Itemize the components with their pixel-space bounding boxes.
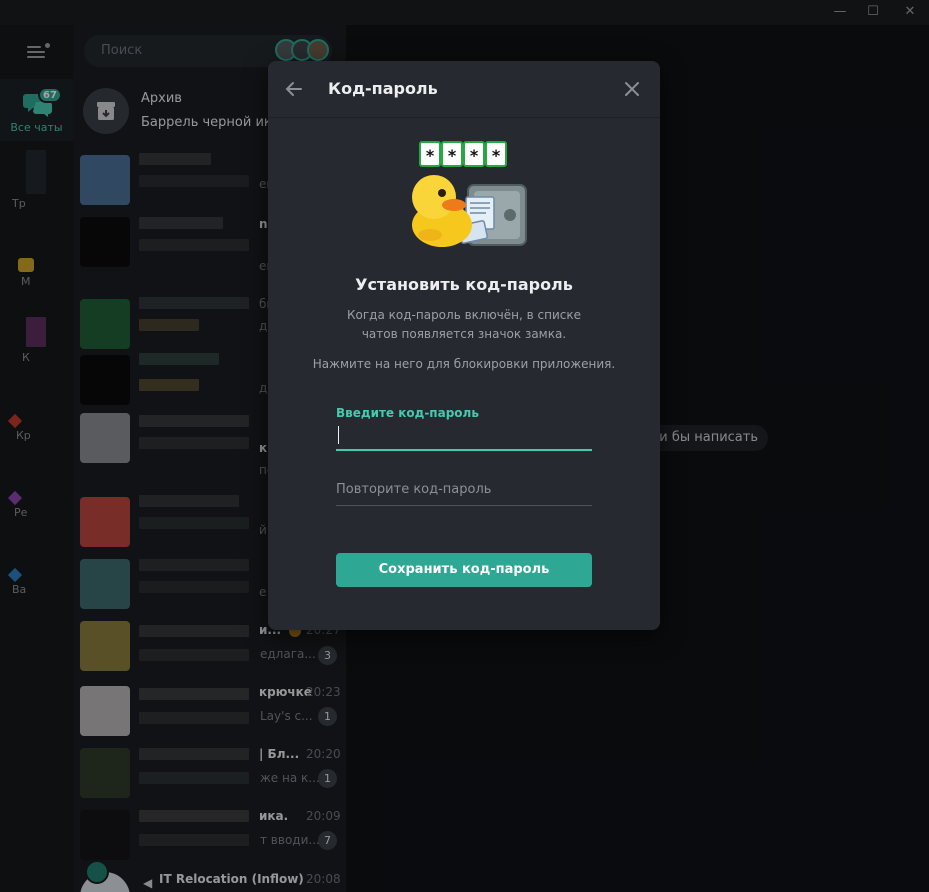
- close-icon[interactable]: [623, 80, 641, 98]
- sticker-digit: *: [492, 146, 501, 165]
- text-cursor: [338, 426, 339, 444]
- dialog-title: Код-пароль: [328, 79, 438, 98]
- dialog-description: Когда код-пароль включён, в списке чатов…: [347, 308, 581, 341]
- repeat-passcode-input[interactable]: Повторите код-пароль: [336, 475, 592, 506]
- duck-safe-sticker: * * * *: [412, 141, 527, 247]
- repeat-passcode-placeholder: Повторите код-пароль: [336, 482, 492, 497]
- sticker-digit: *: [426, 146, 435, 165]
- sticker-digit: *: [470, 146, 479, 165]
- passcode-input[interactable]: [336, 421, 592, 451]
- sticker-digit: *: [448, 146, 457, 165]
- back-arrow-icon[interactable]: [284, 79, 304, 99]
- passcode-dialog: Код-пароль * * * * Установить код-пароль…: [268, 61, 660, 630]
- passcode-field-label: Введите код-пароль: [336, 406, 479, 420]
- dialog-heading: Установить код-пароль: [355, 275, 573, 294]
- dialog-header: Код-пароль: [268, 61, 660, 118]
- dialog-description-2: Нажмите на него для блокировки приложени…: [312, 357, 616, 371]
- save-passcode-button[interactable]: Сохранить код-пароль: [336, 553, 592, 587]
